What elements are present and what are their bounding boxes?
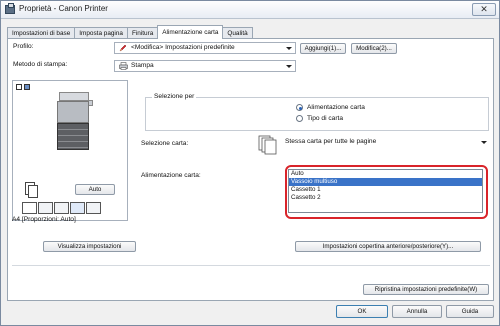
- chevron-down-icon: [286, 47, 292, 50]
- auto-button[interactable]: Auto: [75, 184, 115, 195]
- ok-button[interactable]: OK: [336, 305, 388, 318]
- title-bar: Proprietà - Canon Printer ✕: [1, 1, 499, 19]
- output-method-value: Stampa: [131, 62, 154, 69]
- profile-value: <Modifica> Impostazioni predefinite: [131, 44, 235, 51]
- paper-source-radio[interactable]: [296, 104, 303, 111]
- output-method-label: Metodo di stampa:: [13, 61, 68, 68]
- cancel-button[interactable]: Annulla: [392, 305, 442, 318]
- highlight-annotation: [285, 165, 488, 219]
- edit-profile-button[interactable]: Modifica(2)...: [351, 43, 397, 54]
- paper-selection-dropdown[interactable]: Stessa carta per tutte le pagine: [281, 137, 490, 149]
- output-method-dropdown[interactable]: Stampa: [114, 60, 296, 72]
- paper-type-radio[interactable]: [296, 115, 303, 122]
- selection-by-legend: Selezione per: [152, 93, 197, 100]
- tab-strip: Impostazioni di base Imposta pagina Fini…: [7, 25, 253, 39]
- chevron-down-icon: [286, 65, 292, 68]
- paper-source-label: Alimentazione carta:: [141, 172, 201, 179]
- profile-dropdown[interactable]: <Modifica> Impostazioni predefinite: [114, 42, 296, 54]
- hole-punch-icon: [54, 202, 69, 214]
- print-icon: [119, 62, 128, 70]
- layout-icon: [86, 202, 101, 214]
- divider: [12, 265, 490, 266]
- chevron-down-icon: [481, 141, 487, 144]
- paper-pages-icon: [257, 134, 279, 156]
- paper-selection-value: Stessa carta per tutte le pagine: [285, 138, 377, 145]
- profile-label: Profilo:: [13, 43, 34, 50]
- restore-defaults-button[interactable]: Ripristina impostazioni predefinite(W): [363, 284, 489, 295]
- pencil-icon: [119, 44, 127, 52]
- add-profile-button[interactable]: Aggiungi(1)...: [300, 43, 346, 54]
- window-title: Proprietà - Canon Printer: [19, 4, 108, 13]
- printer-view-icon[interactable]: [24, 84, 30, 90]
- preview-area: Auto: [12, 80, 128, 221]
- paper-size-status: A4 [Proporzioni: Auto]: [12, 216, 76, 223]
- tab-paper-source[interactable]: Alimentazione carta: [157, 25, 224, 39]
- page-view-icon[interactable]: [16, 84, 22, 90]
- staple-icon: [38, 202, 53, 214]
- paper-type-radio-label: Tipo di carta: [307, 115, 344, 122]
- properties-window: Proprietà - Canon Printer ✕ Impostazioni…: [0, 0, 500, 326]
- finishing-icons: [22, 202, 122, 214]
- printer-icon: [5, 3, 15, 14]
- close-button[interactable]: ✕: [472, 3, 496, 16]
- color-mode-icon: [70, 202, 85, 214]
- paper-stack-icon: [28, 185, 38, 198]
- duplex-icon: [22, 202, 37, 214]
- cover-settings-button[interactable]: Impostazioni copertina anteriore/posteri…: [295, 241, 481, 252]
- help-button[interactable]: Guida: [446, 305, 494, 318]
- paper-source-radio-label: Alimentazione carta: [307, 104, 365, 111]
- printer-illustration: [55, 92, 93, 150]
- selection-by-group: Selezione per Alimentazione carta Tipo d…: [145, 93, 489, 131]
- view-settings-button[interactable]: Visualizza impostazioni: [43, 241, 136, 252]
- paper-selection-label: Selezione carta:: [141, 140, 189, 147]
